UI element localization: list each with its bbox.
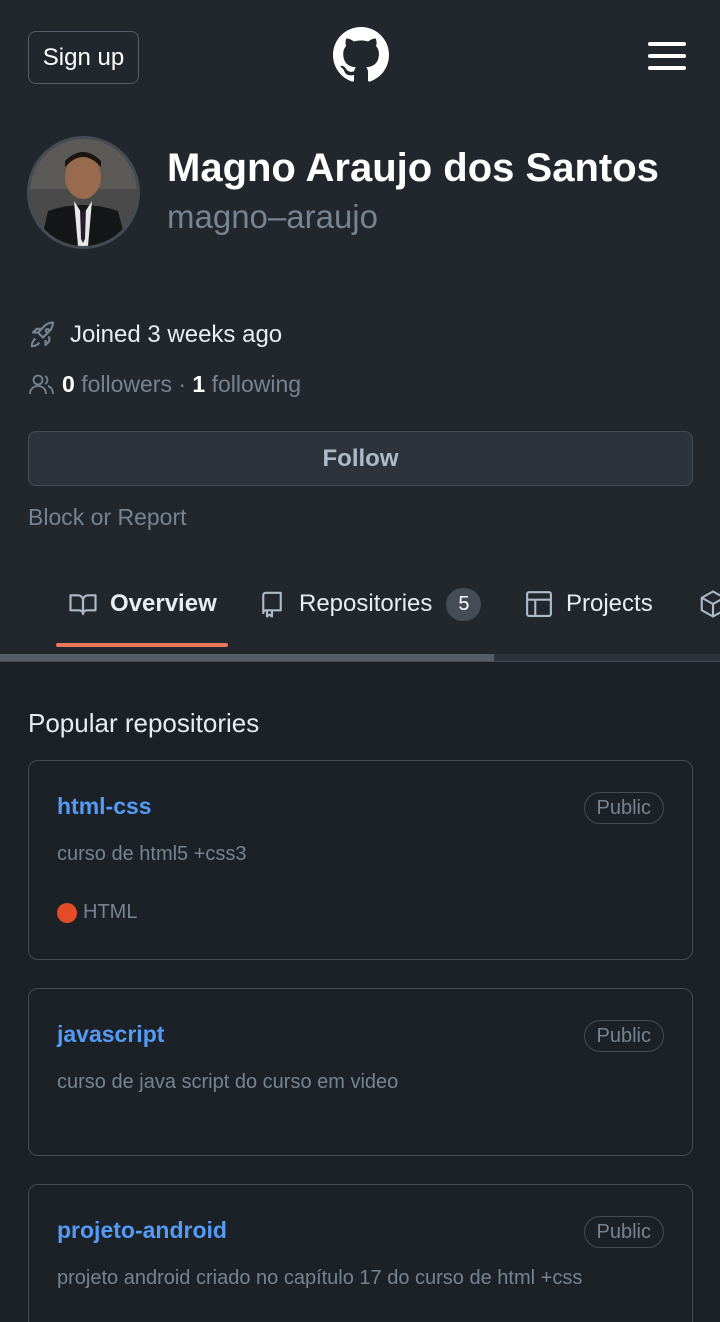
repo-name-link[interactable]: javascript	[57, 1021, 164, 1048]
joined-text: Joined 3 weeks ago	[70, 321, 283, 348]
tab-overview-label: Overview	[110, 590, 217, 617]
repo-description: projeto android criado no capítulo 17 do…	[57, 1267, 583, 1289]
tabs-scrollbar-thumb[interactable]	[0, 654, 494, 661]
active-tab-indicator	[56, 643, 228, 647]
repo-card: projeto-android Public projeto android c…	[28, 1184, 693, 1322]
followers-count[interactable]: 0	[62, 371, 75, 398]
visibility-badge: Public	[583, 1216, 664, 1248]
language-label: HTML	[83, 901, 138, 923]
top-bar: Sign up	[0, 0, 720, 112]
tab-repositories-label: Repositories	[299, 590, 433, 617]
repo-card: javascript Public curso de java script d…	[28, 988, 693, 1156]
separator: ·	[178, 370, 187, 397]
following-label[interactable]: following	[212, 371, 302, 398]
repo-description: curso de html5 +css3	[57, 843, 247, 865]
avatar-portrait-image	[30, 139, 137, 246]
repo-language: HTML	[57, 901, 137, 924]
people-icon	[29, 374, 54, 395]
repo-card: html-css Public curso de html5 +css3 HTM…	[28, 760, 693, 960]
followers-row: 0 followers · 1 following	[28, 369, 301, 399]
joined-row: Joined 3 weeks ago	[28, 318, 282, 352]
repositories-counter: 5	[446, 587, 482, 621]
table-icon	[526, 591, 552, 617]
profile-tabs: Overview Repositories 5 Projects	[0, 560, 720, 662]
block-or-report-link[interactable]: Block or Report	[28, 504, 187, 531]
sign-up-button[interactable]: Sign up	[28, 31, 139, 84]
tab-overview[interactable]: Overview	[68, 560, 217, 648]
repo-name-link[interactable]: projeto-android	[57, 1217, 227, 1244]
tab-repositories[interactable]: Repositories 5	[257, 560, 482, 648]
profile-username: magno–araujo	[167, 198, 378, 235]
visibility-badge: Public	[583, 1020, 664, 1052]
following-count[interactable]: 1	[192, 371, 205, 398]
repo-description: curso de java script do curso em video	[57, 1071, 399, 1093]
tab-projects-label: Projects	[566, 590, 653, 617]
follow-button[interactable]: Follow	[28, 431, 693, 486]
github-mark-icon[interactable]	[333, 27, 389, 83]
rocket-icon	[30, 321, 55, 348]
popular-repositories-title: Popular repositories	[28, 708, 260, 738]
repo-name-link[interactable]: html-css	[57, 793, 152, 820]
hamburger-menu-icon[interactable]	[648, 42, 686, 70]
language-color-dot	[57, 902, 77, 923]
tab-packages[interactable]	[698, 560, 720, 648]
visibility-badge: Public	[583, 792, 664, 824]
profile-display-name: Magno Araujo dos Santos	[167, 146, 659, 190]
avatar	[27, 136, 140, 249]
tab-projects[interactable]: Projects	[524, 560, 653, 648]
repo-icon	[262, 591, 282, 618]
followers-label[interactable]: followers	[81, 371, 172, 398]
package-icon	[700, 590, 720, 618]
book-icon	[69, 594, 97, 616]
